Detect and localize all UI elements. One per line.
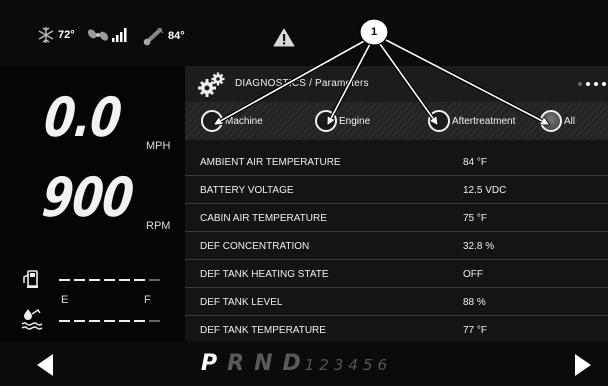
parameter-value: 75 °F xyxy=(463,213,488,224)
gear-selector: P R N D 123456 xyxy=(201,351,392,376)
parameter-label: AMBIENT AIR TEMPERATURE xyxy=(200,157,341,168)
transmission-bar: P R N D 123456 xyxy=(0,341,608,386)
parameter-row[interactable]: DEF TANK TEMPERATURE 77 °F xyxy=(185,316,608,344)
gear-p: P xyxy=(201,351,218,376)
fuel-pump-icon xyxy=(23,270,38,288)
callout-number: 1 xyxy=(370,26,378,38)
parameter-value: 84 °F xyxy=(463,157,488,168)
def-full-label: F xyxy=(144,294,151,306)
rpm-unit: RPM xyxy=(146,220,171,232)
ambient-temp-value: 72° xyxy=(58,29,75,41)
diagnostics-title: DIAGNOSTICS / Parameters xyxy=(235,78,369,89)
parameter-label: DEF TANK HEATING STATE xyxy=(200,269,329,280)
signal-bars-icon xyxy=(112,28,127,42)
gauge-panel: 0.0 MPH 900 RPM E F xyxy=(0,66,185,341)
engine-temp-indicator: 84° xyxy=(143,26,185,46)
parameter-value: 77 °F xyxy=(463,325,488,336)
speed-unit: MPH xyxy=(146,140,171,152)
parameter-value: 88 % xyxy=(463,297,486,308)
parameter-label: BATTERY VOLTAGE xyxy=(200,185,294,196)
def-tank-icon xyxy=(21,309,43,330)
aftertreatment-radio[interactable] xyxy=(428,110,450,132)
parameter-value: 12.5 VDC xyxy=(463,185,507,196)
thermometer-icon xyxy=(143,27,164,46)
machine-radio[interactable] xyxy=(201,110,223,132)
engine-temp-value: 84° xyxy=(168,30,185,42)
def-empty-label: E xyxy=(61,294,69,306)
gear-d: D xyxy=(282,351,301,376)
right-arrow-icon[interactable] xyxy=(574,353,592,377)
snowflake-icon xyxy=(38,27,54,43)
warning-triangle-icon[interactable] xyxy=(273,28,295,47)
engine-radio[interactable] xyxy=(315,110,337,132)
tab-aftertreatment[interactable]: Aftertreatment xyxy=(428,110,515,132)
tab-machine-label: Machine xyxy=(225,115,263,127)
parameter-row[interactable]: DEF TANK HEATING STATE OFF xyxy=(185,260,608,288)
parameter-row[interactable]: AMBIENT AIR TEMPERATURE 84 °F xyxy=(185,148,608,176)
parameter-row[interactable]: DEF TANK LEVEL 88 % xyxy=(185,288,608,316)
parameter-value: OFF xyxy=(463,269,483,280)
tab-engine[interactable]: Engine xyxy=(315,110,370,132)
rpm-readout: 900 xyxy=(39,166,136,229)
left-arrow-icon[interactable] xyxy=(36,353,54,377)
top-status-bar: 72° 84° xyxy=(0,0,608,66)
fan-icon xyxy=(88,29,108,41)
all-radio-selected[interactable] xyxy=(540,110,562,132)
fan-signal-indicator xyxy=(88,26,129,44)
parameter-value: 32.8 % xyxy=(463,241,495,252)
parameter-list[interactable]: AMBIENT AIR TEMPERATURE 84 °F BATTERY VO… xyxy=(185,148,608,344)
page-indicator[interactable] xyxy=(578,82,606,86)
parameter-row[interactable]: DEF CONCENTRATION 32.8 % xyxy=(185,232,608,260)
parameter-label: DEF TANK LEVEL xyxy=(200,297,283,308)
diagnostics-header: DIAGNOSTICS / Parameters xyxy=(185,66,608,102)
parameter-filter-tabs: Machine Engine Aftertreatment All xyxy=(185,102,608,140)
manual-gears: 123456 xyxy=(304,356,393,374)
gear-r: R xyxy=(227,351,245,376)
parameter-row[interactable]: BATTERY VOLTAGE 12.5 VDC xyxy=(185,176,608,204)
fuel-level-gauge xyxy=(59,279,160,281)
tab-all[interactable]: All xyxy=(540,110,575,132)
diagnostics-panel: DIAGNOSTICS / Parameters Machine Engine … xyxy=(185,66,608,341)
parameter-label: DEF CONCENTRATION xyxy=(200,241,310,252)
speed-readout: 0.0 xyxy=(41,86,124,149)
def-level-gauge xyxy=(59,320,160,322)
gear-n: N xyxy=(254,351,273,376)
gears-icon xyxy=(198,72,225,97)
parameter-label: CABIN AIR TEMPERATURE xyxy=(200,213,327,224)
tab-aftertreatment-label: Aftertreatment xyxy=(452,115,516,127)
ambient-temp-indicator: 72° xyxy=(37,26,75,44)
parameter-label: DEF TANK TEMPERATURE xyxy=(200,325,326,336)
tab-engine-label: Engine xyxy=(339,115,371,127)
parameter-row[interactable]: CABIN AIR TEMPERATURE 75 °F xyxy=(185,204,608,232)
tab-machine[interactable]: Machine xyxy=(201,110,263,132)
tab-all-label: All xyxy=(564,115,576,127)
